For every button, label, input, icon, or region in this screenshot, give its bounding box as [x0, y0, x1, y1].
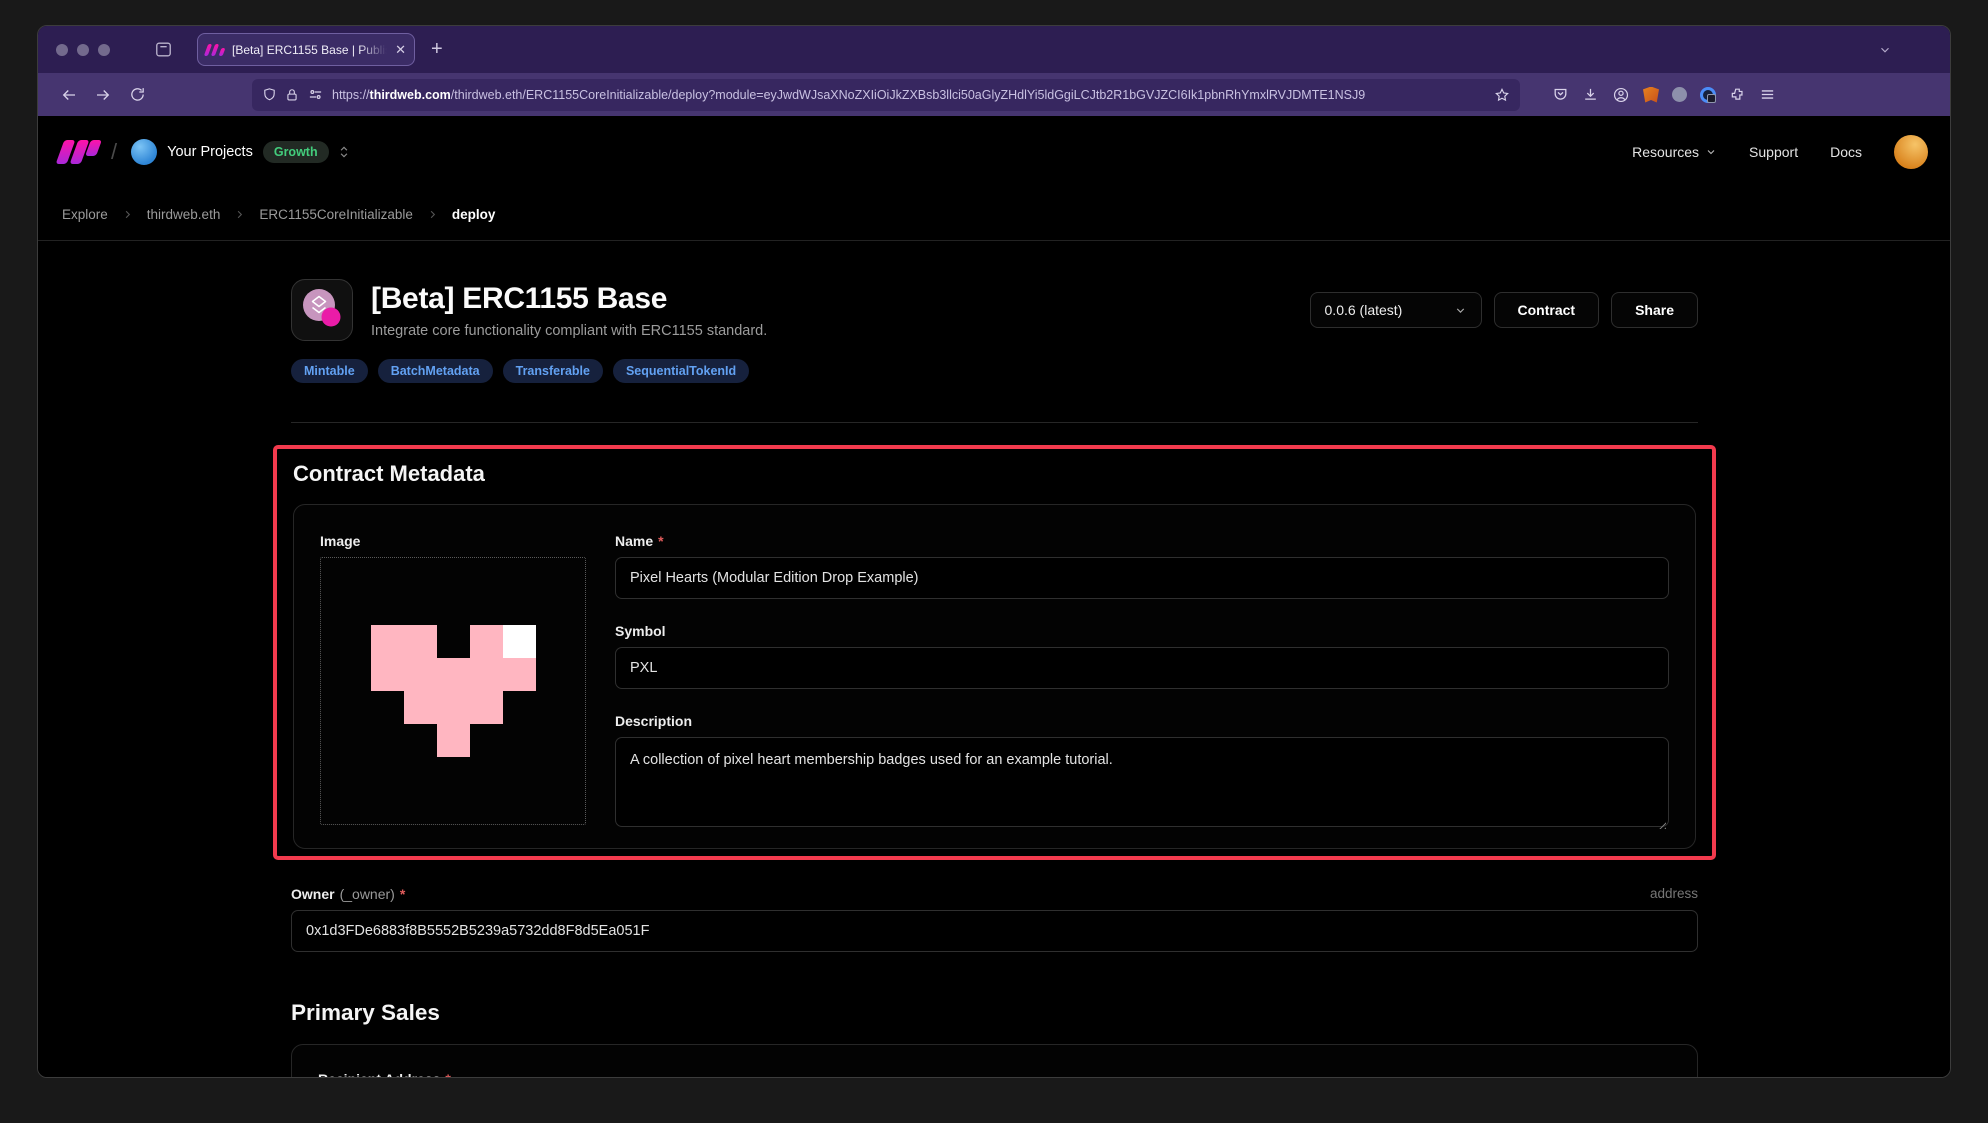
contract-button[interactable]: Contract [1494, 292, 1600, 328]
chevron-right-icon [122, 209, 133, 220]
image-label: Image [320, 531, 590, 550]
chevron-right-icon [427, 209, 438, 220]
project-selector-label[interactable]: Your Projects [167, 144, 253, 160]
window-controls[interactable] [56, 44, 110, 56]
tab-list-chevron-icon[interactable] [1878, 43, 1892, 57]
tab-title: [Beta] ERC1155 Base | Published [232, 43, 387, 57]
menu-hamburger-icon[interactable] [1759, 86, 1776, 103]
owner-field-block: Owner(_owner)* address [291, 884, 1698, 952]
blue-lock-extension-icon[interactable] [1700, 87, 1716, 103]
back-icon[interactable] [54, 80, 84, 110]
required-marker: * [445, 1071, 450, 1079]
chevron-down-icon [1454, 304, 1467, 317]
header-divider: / [111, 139, 117, 165]
name-label: Name* [615, 531, 1669, 550]
nav-docs[interactable]: Docs [1830, 144, 1862, 160]
plan-badge: Growth [263, 141, 329, 163]
image-dropzone[interactable] [320, 557, 586, 825]
breadcrumb-contract[interactable]: ERC1155CoreInitializable [259, 207, 413, 222]
chevron-right-icon [234, 209, 245, 220]
browser-tab[interactable]: [Beta] ERC1155 Base | Published ✕ [197, 33, 415, 66]
nav-support[interactable]: Support [1749, 144, 1798, 160]
badge-transferable[interactable]: Transferable [503, 359, 603, 383]
share-button[interactable]: Share [1611, 292, 1698, 328]
url-text[interactable]: https://thirdweb.com/thirdweb.eth/ERC115… [332, 88, 1486, 102]
pixel-heart-image [371, 625, 536, 757]
page-content: / Your Projects Growth Resources Support… [38, 116, 1950, 1078]
breadcrumb-deploy: deploy [452, 207, 496, 222]
required-marker: * [658, 533, 663, 549]
annotation-highlight-box: Contract Metadata Image Name* Symbol [273, 445, 1716, 860]
name-input[interactable] [615, 557, 1669, 599]
symbol-label: Symbol [615, 621, 1669, 640]
primary-sales-card: Recipient Address* [291, 1044, 1698, 1078]
description-label: Description [615, 711, 1669, 730]
browser-tab-bar: [Beta] ERC1155 Base | Published ✕ + [38, 26, 1950, 73]
thirdweb-favicon [206, 44, 224, 56]
page-subtitle: Integrate core functionality compliant w… [371, 323, 767, 339]
puzzle-extensions-icon[interactable] [1729, 86, 1746, 103]
contract-publish-icon [291, 279, 353, 341]
bookmark-star-icon[interactable] [1494, 87, 1510, 103]
breadcrumb-explore[interactable]: Explore [62, 207, 108, 222]
account-icon[interactable] [1612, 86, 1630, 104]
user-avatar[interactable] [1894, 135, 1928, 169]
extension-badges: Mintable BatchMetadata Transferable Sequ… [291, 359, 1698, 383]
version-select[interactable]: 0.0.6 (latest) [1310, 292, 1482, 328]
contract-metadata-card: Image Name* Symbol Description [293, 504, 1696, 849]
reload-icon[interactable] [122, 80, 152, 110]
fox-extension-icon[interactable] [1643, 87, 1659, 103]
gray-extension-icon[interactable] [1672, 87, 1687, 102]
owner-label: Owner(_owner)* [291, 884, 405, 903]
required-marker: * [400, 886, 405, 902]
browser-toolbar: https://thirdweb.com/thirdweb.eth/ERC115… [38, 73, 1950, 116]
nav-resources[interactable]: Resources [1632, 144, 1717, 160]
description-textarea[interactable] [615, 737, 1669, 827]
lock-icon[interactable] [285, 88, 299, 102]
project-avatar[interactable] [131, 139, 157, 165]
breadcrumb-publisher[interactable]: thirdweb.eth [147, 207, 221, 222]
thirdweb-logo[interactable] [60, 140, 99, 164]
badge-sequentialtokenid[interactable]: SequentialTokenId [613, 359, 749, 383]
primary-sales-title: Primary Sales [291, 1000, 1698, 1026]
url-bar[interactable]: https://thirdweb.com/thirdweb.eth/ERC115… [252, 79, 1520, 111]
section-divider [291, 422, 1698, 423]
forward-icon[interactable] [88, 80, 118, 110]
owner-input[interactable] [291, 910, 1698, 952]
badge-batchmetadata[interactable]: BatchMetadata [378, 359, 493, 383]
recipient-address-label: Recipient Address* [318, 1069, 1671, 1078]
symbol-input[interactable] [615, 647, 1669, 689]
chevron-down-icon [1705, 146, 1717, 158]
contract-title-row: [Beta] ERC1155 Base Integrate core funct… [291, 279, 1698, 341]
new-tab-button[interactable]: + [431, 38, 443, 61]
site-header: / Your Projects Growth Resources Support… [38, 116, 1950, 188]
tab-close-icon[interactable]: ✕ [395, 43, 406, 56]
download-icon[interactable] [1582, 86, 1599, 103]
badge-mintable[interactable]: Mintable [291, 359, 368, 383]
pocket-icon[interactable] [1552, 86, 1569, 103]
permissions-icon[interactable] [307, 87, 324, 102]
owner-type-hint: address [1650, 886, 1698, 901]
breadcrumb: Explore thirdweb.eth ERC1155CoreInitiali… [38, 188, 1950, 241]
page-title: [Beta] ERC1155 Base [371, 282, 767, 316]
project-switcher-icon[interactable] [337, 144, 351, 160]
browser-window: [Beta] ERC1155 Base | Published ✕ + [37, 25, 1951, 1078]
shield-icon[interactable] [262, 87, 277, 102]
tab-overview-icon[interactable] [154, 40, 173, 59]
contract-metadata-title: Contract Metadata [293, 461, 1696, 487]
